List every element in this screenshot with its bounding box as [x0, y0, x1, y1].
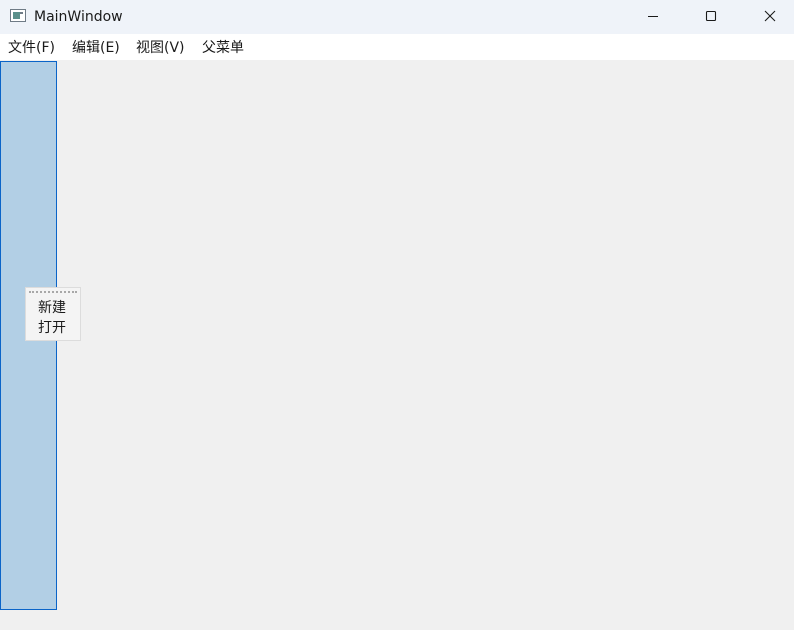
minimize-button[interactable]: [630, 0, 676, 32]
menu-edit[interactable]: 编辑(E): [72, 39, 120, 57]
main-window: MainWindow 文件(F) 编辑(E) 视图(V) 父菜单 新建 打开: [0, 0, 794, 630]
floating-toolbar[interactable]: 新建 打开: [25, 287, 81, 341]
toolbar-drag-handle[interactable]: [29, 291, 77, 293]
close-icon: [764, 10, 776, 22]
app-window-icon: [10, 9, 26, 22]
menu-file[interactable]: 文件(F): [8, 39, 55, 57]
menu-view[interactable]: 视图(V): [136, 39, 185, 57]
maximize-button[interactable]: [688, 0, 734, 32]
maximize-icon: [705, 10, 717, 22]
title-bar[interactable]: MainWindow: [0, 0, 794, 34]
toolbar-open-button[interactable]: 打开: [38, 319, 66, 337]
menu-bar: 文件(F) 编辑(E) 视图(V) 父菜单: [0, 34, 794, 60]
window-title: MainWindow: [34, 9, 123, 25]
toolbar-new-button[interactable]: 新建: [38, 299, 66, 317]
minimize-icon: [648, 16, 658, 17]
close-button[interactable]: [747, 0, 793, 32]
menu-parent[interactable]: 父菜单: [202, 39, 244, 57]
